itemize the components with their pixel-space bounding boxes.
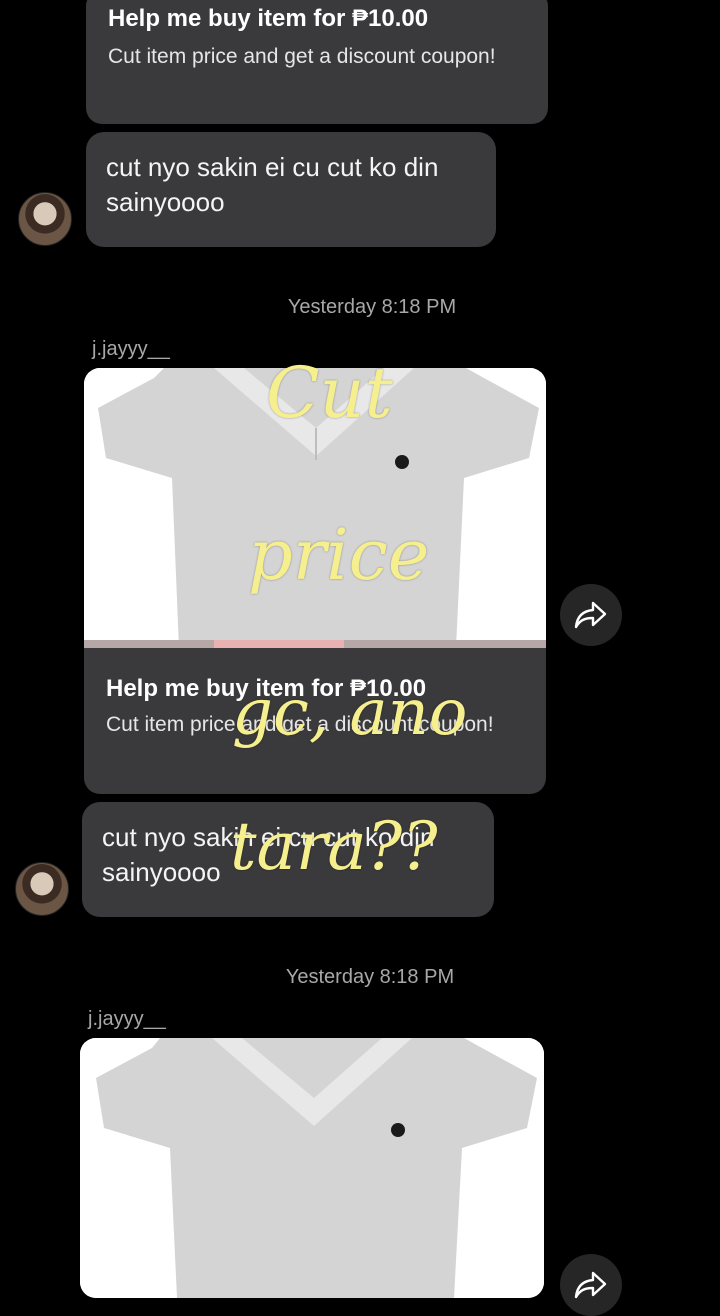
avatar[interactable] <box>15 862 69 916</box>
overlay-text-line3: gc, ano <box>232 676 468 750</box>
timestamp: Yesterday 8:18 PM <box>285 966 455 988</box>
product-card-top[interactable]: Help me buy item for ₱10.00 Cut item pri… <box>86 0 548 124</box>
sender-name: j.jayyy__ <box>92 338 170 360</box>
product-image[interactable] <box>80 1038 544 1298</box>
share-button[interactable] <box>560 1254 622 1316</box>
sender-name: j.jayyy__ <box>88 1008 166 1030</box>
share-arrow-icon <box>574 601 607 629</box>
message-bubble[interactable]: cut nyo sakin ei cu cut ko din sainyoooo <box>86 132 496 247</box>
overlay-text-line4: tara?? <box>230 808 438 885</box>
overlay-text-line1: Cut <box>266 352 393 434</box>
product-card[interactable] <box>80 1038 544 1298</box>
avatar[interactable] <box>18 192 72 246</box>
shirt-photo <box>80 1038 544 1298</box>
card-title: Help me buy item for ₱10.00 <box>108 5 429 32</box>
timestamp: Yesterday 8:18 PM <box>287 296 457 318</box>
card-subtitle: Cut item price and get a discount coupon… <box>108 45 496 68</box>
share-button[interactable] <box>560 584 622 646</box>
overlay-text-line2: price <box>248 514 430 596</box>
message-text: cut nyo sakin ei cu cut ko din sainyoooo <box>106 152 439 217</box>
share-arrow-icon <box>574 1271 607 1299</box>
